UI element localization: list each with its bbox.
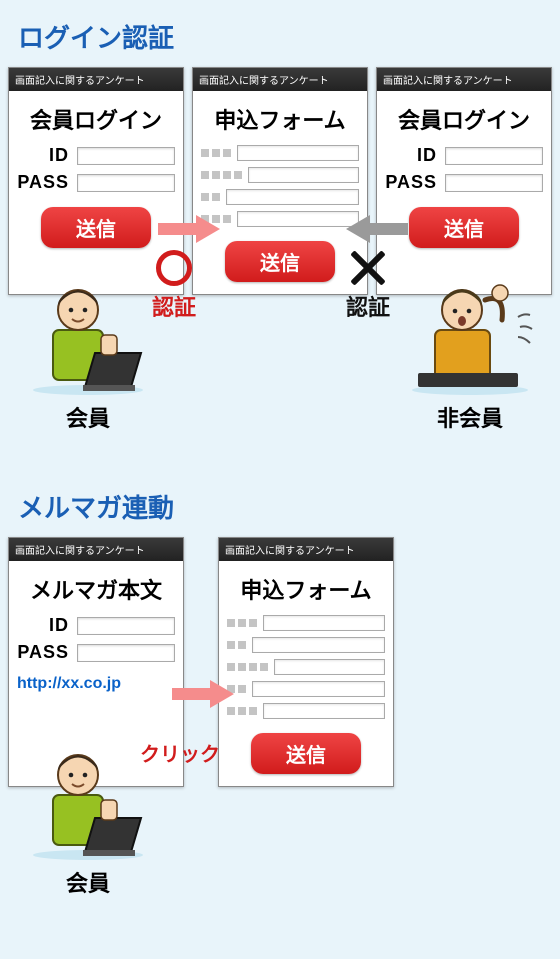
pass-label: PASS — [17, 642, 77, 663]
mailmag-link[interactable]: http://xx.co.jp — [17, 675, 175, 693]
panel-title: 会員ログイン — [17, 103, 175, 135]
form-input[interactable] — [274, 659, 385, 675]
member-person: 会員 — [18, 275, 158, 433]
submit-button[interactable]: 送信 — [41, 207, 151, 248]
id-label: ID — [17, 615, 77, 636]
pass-label: PASS — [385, 172, 445, 193]
panel-title: メルマガ本文 — [17, 573, 175, 605]
panel-app-form: 画面記入に関するアンケート 申込フォーム 送信 — [218, 537, 394, 787]
form-input[interactable] — [248, 167, 359, 183]
auth-ok-label: 認証 — [152, 290, 196, 322]
panel-top-bar: 画面記入に関するアンケート — [193, 68, 367, 91]
nonmember-person: 非会員 — [400, 275, 540, 433]
submit-button[interactable]: 送信 — [409, 207, 519, 248]
pass-input[interactable] — [77, 174, 175, 192]
panel-title: 申込フォーム — [227, 573, 385, 605]
member-person: 会員 — [18, 740, 158, 898]
auth-section: ログイン認証 画面記入に関するアンケート 会員ログイン ID PASS 送信 画… — [0, 0, 560, 470]
member-caption: 会員 — [18, 401, 158, 433]
pass-input[interactable] — [77, 644, 175, 662]
cross-ng-icon — [350, 250, 386, 286]
form-fields — [201, 145, 359, 227]
auth-ng-mark: 認証 — [346, 250, 390, 322]
panel-top-bar: 画面記入に関するアンケート — [9, 68, 183, 91]
panel-top-bar: 画面記入に関するアンケート — [219, 538, 393, 561]
panel-nonmember-login: 画面記入に関するアンケート 会員ログイン ID PASS 送信 — [376, 67, 552, 295]
auth-ng-label: 認証 — [346, 290, 390, 322]
form-input[interactable] — [263, 703, 385, 719]
auth-ok-mark: 認証 — [152, 250, 196, 322]
id-input[interactable] — [77, 147, 175, 165]
section-title-mailmag: メルマガ連動 — [0, 470, 560, 525]
form-input[interactable] — [226, 189, 359, 205]
panel-title: 会員ログイン — [385, 103, 543, 135]
arrow-right-pink-icon — [158, 215, 220, 243]
form-input[interactable] — [252, 637, 385, 653]
form-fields — [227, 615, 385, 719]
submit-button[interactable]: 送信 — [225, 241, 335, 282]
pass-input[interactable] — [445, 174, 543, 192]
circle-ok-icon — [156, 250, 192, 286]
panel-title: 申込フォーム — [201, 103, 359, 135]
nonmember-caption: 非会員 — [400, 401, 540, 433]
auth-panels-row: 画面記入に関するアンケート 会員ログイン ID PASS 送信 画面記入に関する… — [0, 67, 560, 295]
arrow-right-pink-icon — [172, 680, 234, 708]
pass-label: PASS — [17, 172, 77, 193]
id-input[interactable] — [77, 617, 175, 635]
id-label: ID — [385, 145, 445, 166]
arrow-left-gray-icon — [346, 215, 408, 243]
form-input[interactable] — [263, 615, 385, 631]
panel-top-bar: 画面記入に関するアンケート — [377, 68, 551, 91]
member-caption: 会員 — [18, 866, 158, 898]
submit-button[interactable]: 送信 — [251, 733, 361, 774]
mailmag-section: メルマガ連動 画面記入に関するアンケート メルマガ本文 ID PASS http… — [0, 470, 560, 950]
panel-top-bar: 画面記入に関するアンケート — [9, 538, 183, 561]
section-title-login-auth: ログイン認証 — [0, 0, 560, 55]
id-label: ID — [17, 145, 77, 166]
form-input[interactable] — [237, 211, 359, 227]
panel-app-form: 画面記入に関するアンケート 申込フォーム 送信 — [192, 67, 368, 295]
id-input[interactable] — [445, 147, 543, 165]
form-input[interactable] — [237, 145, 359, 161]
form-input[interactable] — [252, 681, 385, 697]
